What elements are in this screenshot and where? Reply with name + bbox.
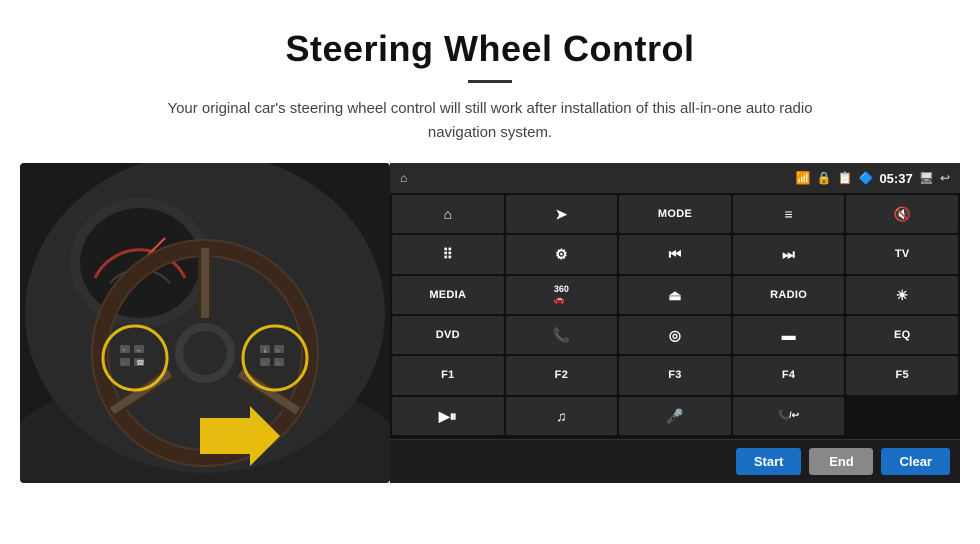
tv-label: TV — [895, 248, 910, 260]
call-icon: 📞/↩ — [778, 410, 799, 421]
btn-call[interactable]: 📞/↩ — [733, 397, 845, 435]
button-grid: ⌂ ➤ MODE ≡ 🔇 ⠿ ⚙ ⏮ ⏭ TV MEDIA 360🚗 ⏏ RAD… — [390, 193, 960, 439]
apps-icon: ⠿ — [443, 247, 453, 261]
screen-icon: 🖥 — [919, 171, 934, 185]
btn-internet[interactable]: ◎ — [619, 316, 731, 354]
btn-mode[interactable]: MODE — [619, 195, 731, 233]
btn-mic[interactable]: 🎤 — [619, 397, 731, 435]
clear-button[interactable]: Clear — [881, 448, 950, 475]
sim-icon: 📋 — [838, 171, 853, 185]
btn-brightness[interactable]: ☀ — [846, 276, 958, 314]
btn-list[interactable]: ≡ — [733, 195, 845, 233]
dvd-label: DVD — [436, 329, 460, 341]
svg-text:◇: ◇ — [276, 361, 280, 367]
btn-f2[interactable]: F2 — [506, 356, 618, 394]
btn-settings[interactable]: ⚙ — [506, 235, 618, 273]
mute-icon: 🔇 — [893, 207, 910, 221]
btn-empty1 — [846, 397, 958, 435]
playpause-icon: ▶⏸ — [439, 409, 457, 423]
screen2-icon: ▬ — [782, 328, 796, 342]
btn-f4[interactable]: F4 — [733, 356, 845, 394]
end-button[interactable]: End — [809, 448, 873, 475]
lock-icon: 🔒 — [817, 171, 832, 185]
status-left: ⌂ — [400, 171, 407, 185]
page-subtitle: Your original car's steering wheel contr… — [150, 97, 830, 145]
btn-navigate[interactable]: ➤ — [506, 195, 618, 233]
eject-icon: ⏏ — [668, 288, 681, 302]
internet-icon: ◎ — [669, 328, 681, 342]
home-status-icon: ⌂ — [400, 171, 407, 185]
btn-f5[interactable]: F5 — [846, 356, 958, 394]
btn-media[interactable]: MEDIA — [392, 276, 504, 314]
brightness-icon: ☀ — [896, 288, 909, 302]
svg-text:☎: ☎ — [136, 359, 145, 367]
btn-screen2[interactable]: ▬ — [733, 316, 845, 354]
btn-phone[interactable]: 📞 — [506, 316, 618, 354]
f5-label: F5 — [895, 369, 908, 381]
svg-text:-: - — [122, 361, 124, 367]
f4-label: F4 — [782, 369, 795, 381]
page-title: Steering Wheel Control — [60, 28, 920, 70]
btn-eq[interactable]: EQ — [846, 316, 958, 354]
back-icon: ↩ — [940, 171, 950, 185]
svg-text:+: + — [122, 348, 126, 354]
btn-home[interactable]: ⌂ — [392, 195, 504, 233]
media-label: MEDIA — [429, 289, 466, 301]
steering-wheel-image: + - ↝ ☎ 🌡 ◇ ○ ◇ — [20, 163, 390, 483]
btn-eject[interactable]: ⏏ — [619, 276, 731, 314]
svg-text:○: ○ — [262, 361, 265, 367]
btn-next[interactable]: ⏭ — [733, 235, 845, 273]
btn-apps[interactable]: ⠿ — [392, 235, 504, 273]
mic-icon: 🎤 — [666, 409, 683, 423]
360-label: 360🚗 — [554, 284, 569, 305]
btn-music[interactable]: ♫ — [506, 397, 618, 435]
start-button[interactable]: Start — [736, 448, 802, 475]
status-right: 📶 🔒 📋 🔷 05:37 🖥 ↩ — [796, 171, 950, 186]
btn-radio[interactable]: RADIO — [733, 276, 845, 314]
btn-mute[interactable]: 🔇 — [846, 195, 958, 233]
svg-text:◇: ◇ — [276, 348, 280, 354]
next-icon: ⏭ — [782, 247, 795, 261]
page-wrapper: Steering Wheel Control Your original car… — [0, 0, 980, 483]
title-divider — [468, 80, 512, 83]
control-panel: ⌂ 📶 🔒 📋 🔷 05:37 🖥 ↩ ⌂ ➤ MODE ≡ — [390, 163, 960, 483]
btn-playpause[interactable]: ▶⏸ — [392, 397, 504, 435]
eq-label: EQ — [894, 329, 911, 341]
status-bar: ⌂ 📶 🔒 📋 🔷 05:37 🖥 ↩ — [390, 163, 960, 193]
f2-label: F2 — [555, 369, 568, 381]
settings-icon: ⚙ — [555, 247, 568, 261]
btn-360[interactable]: 360🚗 — [506, 276, 618, 314]
btn-dvd[interactable]: DVD — [392, 316, 504, 354]
header-section: Steering Wheel Control Your original car… — [0, 0, 980, 163]
wifi-icon: 📶 — [796, 171, 811, 185]
f1-label: F1 — [441, 369, 454, 381]
home-icon: ⌂ — [444, 207, 452, 221]
btn-f1[interactable]: F1 — [392, 356, 504, 394]
bluetooth-icon: 🔷 — [859, 171, 874, 185]
list-icon: ≡ — [785, 207, 793, 221]
btn-f3[interactable]: F3 — [619, 356, 731, 394]
btn-tv[interactable]: TV — [846, 235, 958, 273]
svg-text:🌡: 🌡 — [262, 347, 268, 354]
f3-label: F3 — [668, 369, 681, 381]
phone-icon: 📞 — [553, 328, 570, 342]
time-display: 05:37 — [879, 171, 912, 186]
bottom-bar: Start End Clear — [390, 439, 960, 483]
prev-icon: ⏮ — [669, 247, 682, 261]
mode-label: MODE — [658, 208, 692, 220]
music-icon: ♫ — [556, 409, 567, 423]
btn-prev[interactable]: ⏮ — [619, 235, 731, 273]
content-area: + - ↝ ☎ 🌡 ◇ ○ ◇ — [0, 163, 980, 483]
navigate-icon: ➤ — [556, 207, 568, 221]
radio-label: RADIO — [770, 289, 807, 301]
